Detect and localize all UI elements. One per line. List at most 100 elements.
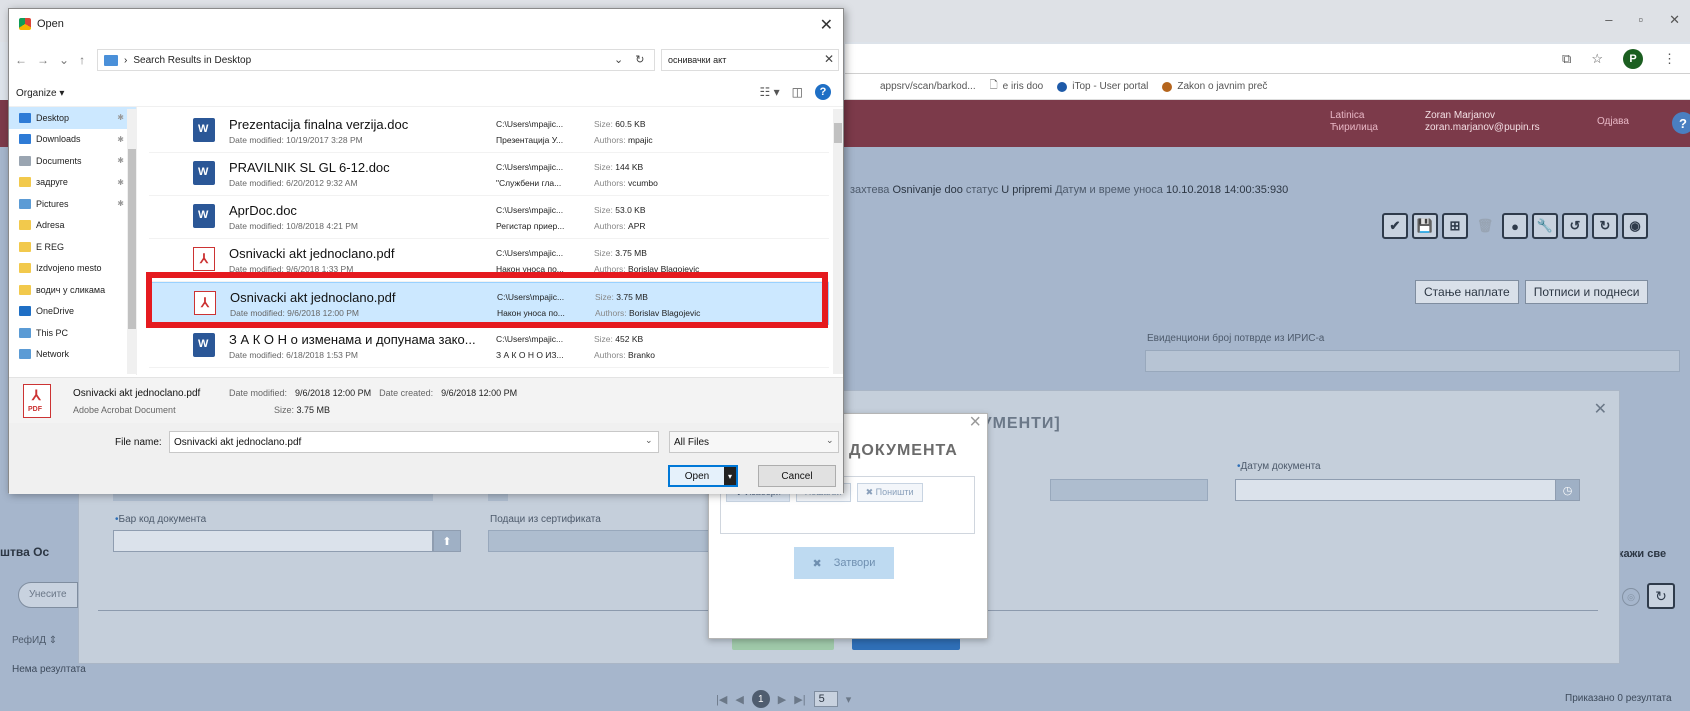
- open-button[interactable]: Open ▾: [668, 465, 738, 487]
- file-name-input[interactable]: Osnivacki akt jednoclano.pdf: [169, 431, 659, 453]
- left-tab-labels[interactable]: штва Ос: [0, 545, 49, 559]
- chevron-down-icon[interactable]: ⌄: [59, 53, 69, 67]
- last-page-icon[interactable]: ▶|: [794, 693, 805, 706]
- file-type-select[interactable]: All Files: [669, 431, 839, 453]
- save-icon[interactable]: 💾: [1412, 213, 1438, 239]
- pin-icon[interactable]: ✱: [117, 178, 124, 187]
- refresh-icon[interactable]: ↻: [1592, 213, 1618, 239]
- current-page[interactable]: 1: [751, 690, 770, 708]
- bookmark-item[interactable]: iTop - User portal: [1057, 81, 1148, 92]
- nav-item[interactable]: водич у сликама: [9, 279, 136, 301]
- nav-item[interactable]: Documents ✱: [9, 150, 136, 172]
- left-search-input[interactable]: Унесите: [18, 582, 78, 608]
- cancel-upload-button[interactable]: ✖ Поништи: [856, 483, 923, 502]
- next-page-icon[interactable]: ▶: [778, 693, 786, 706]
- add-icon[interactable]: ⊞: [1442, 213, 1468, 239]
- wrench-icon[interactable]: 🔧: [1532, 213, 1558, 239]
- chevron-down-icon[interactable]: ⌄: [826, 435, 834, 446]
- maximize-icon[interactable]: ▫: [1638, 12, 1643, 28]
- chevron-down-icon[interactable]: ▾: [846, 693, 852, 706]
- folder-icon: [19, 198, 31, 209]
- nav-item-label: водич у сликама: [36, 284, 106, 295]
- pin-icon[interactable]: ✱: [117, 135, 124, 144]
- pin-icon[interactable]: ✱: [117, 199, 124, 208]
- close-button[interactable]: ✖ Затвори: [794, 547, 894, 579]
- refid-column-header[interactable]: РефИД ⇕: [12, 635, 57, 646]
- first-page-icon[interactable]: |◀: [716, 693, 727, 706]
- status-icon[interactable]: ●: [1502, 213, 1528, 239]
- chevron-down-icon[interactable]: ⌄: [614, 53, 623, 66]
- nav-item[interactable]: задруге ✱: [9, 172, 136, 194]
- file-row[interactable]: PRAVILNIK SL GL 6-12.doc Date modified: 6…: [149, 153, 829, 196]
- help-icon[interactable]: ?: [1672, 112, 1690, 134]
- chevron-down-icon[interactable]: ⌄: [645, 435, 653, 446]
- logout-link[interactable]: Одјава: [1597, 116, 1629, 127]
- authors-value: mpajic: [628, 135, 653, 145]
- translate-icon[interactable]: ⧉: [1562, 51, 1571, 67]
- help-icon[interactable]: ?: [815, 84, 831, 100]
- list-refresh-icon[interactable]: ↻: [1647, 583, 1675, 609]
- scroll-thumb[interactable]: [834, 123, 842, 143]
- star-icon[interactable]: ☆: [1591, 51, 1603, 67]
- bookmark-item[interactable]: Zakon o javnim preč: [1162, 81, 1267, 92]
- file-row[interactable]: Prezentacija finalna verzija.doc Date mod…: [149, 110, 829, 153]
- file-row[interactable]: AprDoc.doc Date modified: 10/8/2018 4:21 …: [149, 196, 829, 239]
- nav-item[interactable]: Pictures ✱: [9, 193, 136, 215]
- cancel-button[interactable]: Cancel: [758, 465, 836, 487]
- undo-icon[interactable]: ↺: [1562, 213, 1588, 239]
- confirm-icon[interactable]: ✔: [1382, 213, 1408, 239]
- view-options-icon[interactable]: ☷ ▾: [760, 85, 780, 99]
- bookmark-item[interactable]: 🗋 e iris doo: [990, 78, 1044, 95]
- scroll-thumb[interactable]: [128, 149, 136, 329]
- close-icon[interactable]: ✕: [820, 15, 833, 35]
- nav-item[interactable]: Adresa: [9, 215, 136, 237]
- delete-icon[interactable]: 🗑: [1472, 213, 1498, 239]
- forward-arrow-icon[interactable]: →: [37, 53, 49, 67]
- nav-item[interactable]: Desktop ✱: [9, 107, 136, 129]
- preview-icon[interactable]: ◉: [1622, 213, 1648, 239]
- iris-number-field[interactable]: [1145, 350, 1680, 372]
- nav-item[interactable]: Downloads ✱: [9, 129, 136, 151]
- document-field[interactable]: [1050, 479, 1208, 501]
- option-icon[interactable]: ◎: [1622, 588, 1640, 606]
- record-toolbar: ✔ 💾 ⊞ 🗑 ● 🔧 ↺ ↻ ◉: [1382, 213, 1648, 239]
- menu-dots-icon[interactable]: ⋮: [1663, 51, 1676, 67]
- page-size-select[interactable]: 5: [813, 691, 838, 707]
- tab-sign-submit[interactable]: Потписи и поднеси: [1524, 280, 1649, 304]
- close-icon[interactable]: ✕: [1594, 399, 1607, 419]
- nav-item[interactable]: OneDrive: [9, 301, 136, 323]
- nav-item[interactable]: This PC: [9, 322, 136, 344]
- upload-icon[interactable]: ⬆: [433, 530, 461, 552]
- minimize-icon[interactable]: –: [1605, 12, 1612, 28]
- preview-pane-icon[interactable]: ◫: [792, 85, 803, 99]
- close-icon[interactable]: ×: [969, 411, 981, 434]
- nav-item[interactable]: Izdvojeno mesto: [9, 258, 136, 280]
- language-switch[interactable]: Latinica Ћирилица: [1330, 110, 1378, 134]
- profile-avatar[interactable]: P: [1623, 49, 1643, 69]
- pin-icon[interactable]: ✱: [117, 113, 124, 122]
- organize-menu[interactable]: Organize ▾: [16, 88, 64, 99]
- list-scrollbar[interactable]: [833, 109, 843, 374]
- close-window-icon[interactable]: ✕: [1669, 12, 1680, 28]
- pin-icon[interactable]: ✱: [117, 156, 124, 165]
- nav-item[interactable]: E REG: [9, 236, 136, 258]
- barcode-input[interactable]: [113, 530, 433, 552]
- file-row[interactable]: З А К О Н о изменама и допунама зако... D…: [149, 325, 829, 368]
- show-all-link[interactable]: кажи све: [1618, 548, 1666, 560]
- nav-item[interactable]: Network: [9, 344, 136, 366]
- bookmark-item[interactable]: appsrv/scan/barkod...: [880, 81, 976, 92]
- clear-search-icon[interactable]: ✕: [824, 52, 834, 66]
- dialog-footer: File name: Osnivacki akt jednoclano.pdf …: [9, 423, 843, 494]
- up-arrow-icon[interactable]: ↑: [79, 53, 85, 67]
- document-date-input[interactable]: [1235, 479, 1560, 501]
- dropdown-arrow-icon[interactable]: ▾: [724, 467, 736, 485]
- prev-page-icon[interactable]: ◀: [735, 693, 743, 706]
- back-arrow-icon[interactable]: ←: [15, 53, 27, 67]
- calendar-icon[interactable]: ◷: [1555, 479, 1580, 501]
- search-input[interactable]: оснивачки акт: [661, 49, 839, 71]
- refresh-icon[interactable]: ↻: [635, 53, 644, 66]
- window-controls: – ▫ ✕: [1605, 12, 1680, 28]
- tab-billing-status[interactable]: Стање наплате: [1415, 280, 1519, 304]
- nav-scrollbar[interactable]: [127, 109, 137, 374]
- breadcrumb[interactable]: › Search Results in Desktop: [97, 49, 655, 71]
